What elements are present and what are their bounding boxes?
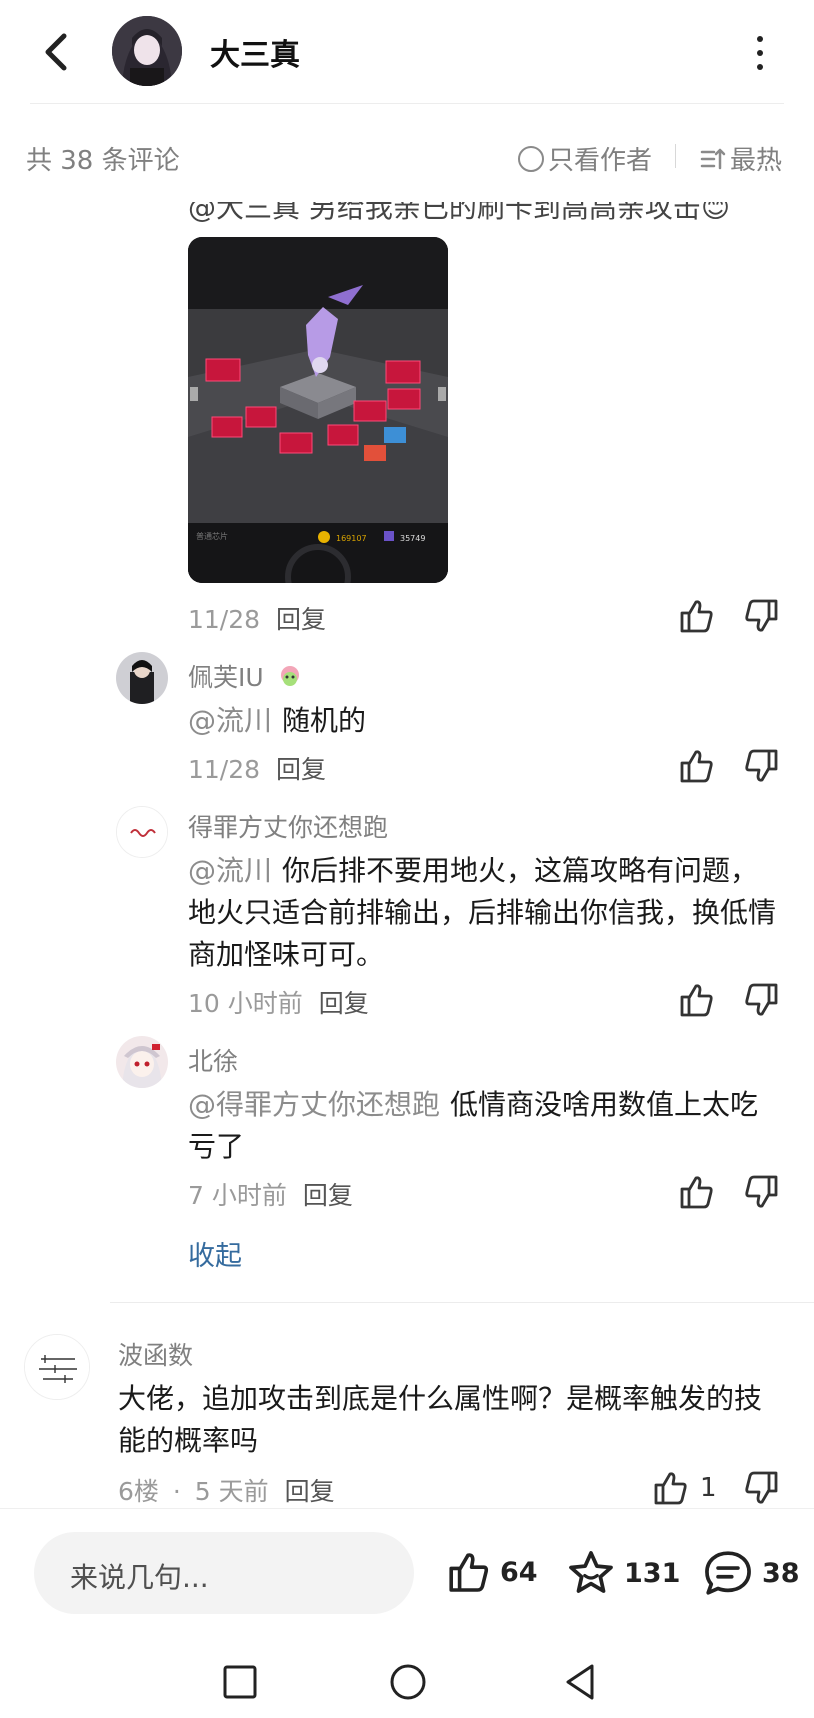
comment-text: 你后排不要用地火，这篇攻略有问题，地火只适合前排输出，后排输出你信我，换低情商加…: [188, 854, 777, 971]
meta-separator: ·: [172, 1477, 181, 1506]
thumbs-down-icon[interactable]: [742, 980, 782, 1020]
home-icon[interactable]: [388, 1662, 428, 1702]
back-nav-icon[interactable]: [560, 1662, 600, 1702]
avatar-image: [112, 16, 182, 86]
thumbs-up-icon: [449, 1553, 489, 1592]
thumbs-up-icon[interactable]: [676, 1172, 716, 1212]
thumbs-down-icon[interactable]: [742, 1172, 782, 1212]
sort-icon: [700, 148, 726, 169]
divider: [0, 1508, 814, 1509]
badge-icon: [280, 666, 299, 686]
commenter-name[interactable]: 北徐: [188, 1042, 238, 1078]
like-button[interactable]: 1: [650, 1468, 717, 1508]
avatar[interactable]: [116, 806, 168, 858]
svg-text:35749: 35749: [400, 534, 425, 543]
comment-bubble-icon: [705, 1551, 751, 1595]
mention[interactable]: @得罪方丈你还想跑: [188, 1088, 440, 1121]
comment-meta: 6楼 · 5 天前 回复: [118, 1472, 335, 1508]
author-name[interactable]: 大三真: [210, 30, 300, 74]
comment-count: 共 38 条评论: [26, 146, 180, 176]
comment-meta: 11/28 回复: [188, 750, 326, 786]
comment-text: 随机的: [282, 704, 367, 737]
like-count: 1: [700, 1473, 717, 1503]
chevron-left-icon: [45, 33, 67, 71]
divider: [675, 144, 676, 168]
svg-text:169107: 169107: [336, 534, 367, 543]
back-button[interactable]: [36, 28, 76, 76]
comment-body: @流川 你后排不要用地火，这篇攻略有问题，地火只适合前排输出，后排输出你信我，换低…: [188, 850, 782, 976]
comment-date: 10 小时前: [188, 989, 303, 1018]
comment-body: @流川 随机的: [188, 700, 778, 742]
comment-count: 38: [762, 1557, 800, 1589]
avatar[interactable]: [24, 1334, 90, 1400]
top-bar: 大三真: [0, 0, 814, 104]
author-only-label: 只看作者: [548, 146, 653, 176]
favorite-count: 131: [624, 1557, 681, 1589]
author-avatar[interactable]: [112, 16, 182, 86]
post-like-button[interactable]: 64: [444, 1548, 538, 1596]
commenter-name[interactable]: 佩芙IU: [188, 658, 304, 694]
more-options-icon[interactable]: [752, 36, 768, 70]
comment-input[interactable]: 来说几句...: [34, 1532, 414, 1614]
comment-body: 大佬，追加攻击到底是什么属性啊？是概率触发的技能的概率吗: [118, 1382, 763, 1457]
comment-date: 7 小时前: [188, 1181, 287, 1210]
collapse-replies-button[interactable]: 收起: [188, 1234, 242, 1273]
comment-date: 5 天前: [194, 1477, 269, 1506]
comment-filter-bar: 共 38 条评论 只看作者 最热: [0, 104, 814, 202]
thumbs-down-icon[interactable]: [742, 1468, 782, 1508]
nickname: 佩芙IU: [188, 663, 264, 692]
thumbs-up-icon: [654, 1472, 687, 1505]
comments-button[interactable]: 38: [702, 1548, 800, 1598]
avatar-image: [25, 1335, 89, 1399]
thumbs-down-icon[interactable]: [742, 596, 782, 636]
svg-text:普通芯片: 普通芯片: [196, 531, 228, 541]
avatar[interactable]: [116, 1036, 168, 1088]
comment-body: @得罪方丈你还想跑 低情商没啥用数值上太吃亏了: [188, 1084, 782, 1168]
avatar-image: [116, 1036, 168, 1088]
avatar-image: [117, 807, 167, 857]
star-icon: [569, 1551, 613, 1593]
like-count: 64: [500, 1556, 538, 1588]
avatar[interactable]: [116, 652, 168, 704]
comment-meta: 7 小时前 回复: [188, 1176, 353, 1212]
commenter-name[interactable]: 波函数: [118, 1336, 193, 1372]
sort-toggle[interactable]: 最热: [700, 140, 782, 177]
reply-button[interactable]: 回复: [319, 989, 369, 1018]
favorite-button[interactable]: 131: [566, 1548, 680, 1598]
avatar-image: [116, 652, 168, 704]
floor-number: 6楼: [118, 1477, 159, 1506]
radio-icon: [518, 145, 544, 172]
reply-button[interactable]: 回复: [285, 1477, 335, 1506]
game-screenshot: 普通芯片 169107 35749: [188, 237, 448, 583]
thumbs-up-icon[interactable]: [676, 596, 716, 636]
commenter-name[interactable]: 得罪方丈你还想跑: [188, 808, 388, 844]
author-only-toggle[interactable]: 只看作者: [518, 140, 652, 177]
thumbs-up-icon[interactable]: [676, 980, 716, 1020]
mention[interactable]: @流川: [188, 704, 272, 737]
reply-button[interactable]: 回复: [276, 755, 326, 784]
reply-button[interactable]: 回复: [276, 605, 326, 634]
comment-date: 11/28: [188, 605, 261, 634]
input-placeholder: 来说几句...: [70, 1561, 209, 1594]
recents-icon[interactable]: [222, 1664, 258, 1700]
comment-date: 11/28: [188, 755, 261, 784]
divider: [110, 1302, 814, 1303]
thumbs-up-icon[interactable]: [676, 746, 716, 786]
system-nav-bar: [0, 1650, 814, 1718]
comment-meta: 11/28 回复: [188, 600, 326, 636]
comment-meta: 10 小时前 回复: [188, 984, 369, 1020]
thumbs-down-icon[interactable]: [742, 746, 782, 786]
comment-image[interactable]: 普通芯片 169107 35749: [188, 237, 448, 583]
reply-button[interactable]: 回复: [303, 1181, 353, 1210]
mention[interactable]: @流川: [188, 854, 272, 887]
sort-label: 最热: [730, 146, 783, 176]
